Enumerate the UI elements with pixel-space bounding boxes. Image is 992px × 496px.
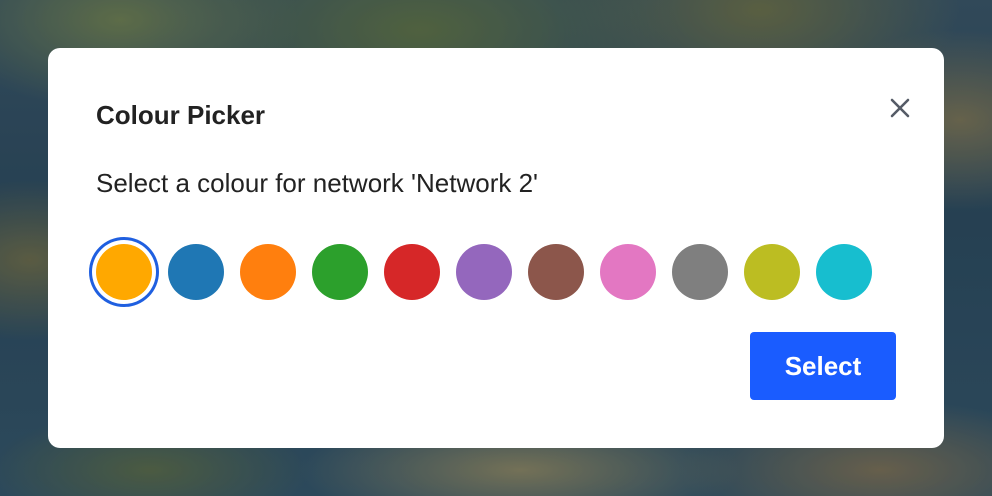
dialog-message: Select a colour for network 'Network 2' — [96, 168, 538, 198]
swatch-brown[interactable] — [528, 244, 584, 300]
swatch-red[interactable] — [384, 244, 440, 300]
close-button[interactable] — [884, 92, 916, 124]
swatch-blue[interactable] — [168, 244, 224, 300]
swatch-orange-yellow[interactable] — [96, 244, 152, 300]
swatch-purple[interactable] — [456, 244, 512, 300]
swatch-olive[interactable] — [744, 244, 800, 300]
select-button[interactable]: Select — [750, 332, 896, 400]
swatch-green[interactable] — [312, 244, 368, 300]
colour-picker-dialog: Colour Picker Select a colour for networ… — [48, 48, 944, 448]
swatch-pink[interactable] — [600, 244, 656, 300]
close-icon — [890, 98, 910, 118]
swatch-orange[interactable] — [240, 244, 296, 300]
swatch-gray[interactable] — [672, 244, 728, 300]
dialog-title: Colour Picker — [96, 100, 266, 130]
colour-swatch-list — [88, 236, 888, 308]
swatch-cyan[interactable] — [816, 244, 872, 300]
